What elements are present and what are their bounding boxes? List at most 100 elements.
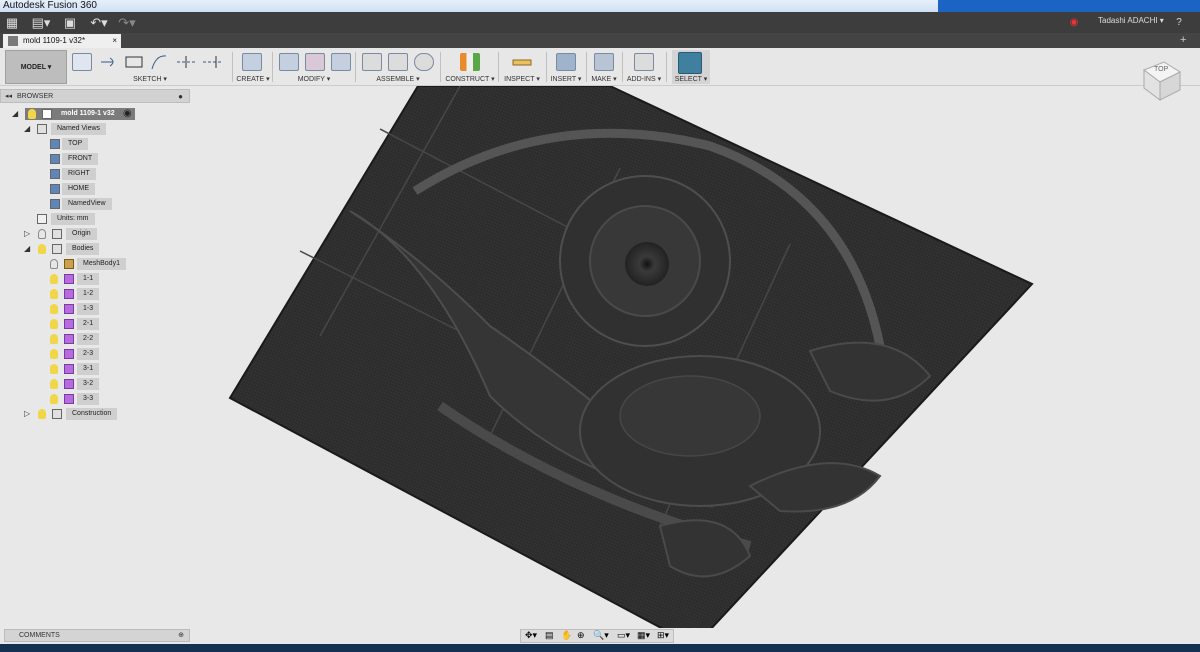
origin-folder[interactable]: ▷ Origin <box>0 228 190 240</box>
construction-folder[interactable]: ▷ Construction <box>0 408 190 420</box>
data-panel-grid-icon[interactable]: ▦ <box>4 14 20 31</box>
rectangle-icon[interactable] <box>124 53 144 71</box>
viewcube[interactable]: TOP <box>1138 58 1184 104</box>
fillet-icon[interactable] <box>305 53 325 71</box>
visibility-bulb-icon[interactable] <box>50 364 58 374</box>
body-item[interactable]: 2-2 <box>0 333 190 345</box>
visibility-bulb-icon[interactable] <box>28 109 36 119</box>
expand-toggle-icon[interactable]: ▷ <box>24 230 30 238</box>
modify-menu[interactable]: MODIFY ▾ <box>275 75 353 83</box>
trim-icon[interactable] <box>176 53 196 71</box>
body-item[interactable]: 1-2 <box>0 288 190 300</box>
extrude-icon[interactable] <box>242 53 262 71</box>
insert-menu[interactable]: INSERT ▾ <box>548 75 584 83</box>
expand-toggle-icon[interactable]: ◢ <box>12 110 18 118</box>
inspect-menu[interactable]: INSPECT ▾ <box>502 75 542 83</box>
visibility-bulb-icon[interactable] <box>50 319 58 329</box>
help-icon[interactable]: ? <box>1168 14 1190 31</box>
body-item[interactable]: 3-3 <box>0 393 190 405</box>
record-icon[interactable]: ◉ <box>1068 14 1080 31</box>
fit-icon[interactable]: 🔍▾ <box>593 630 609 641</box>
view-home[interactable]: HOME <box>0 183 190 195</box>
line-icon[interactable] <box>98 53 118 71</box>
visibility-bulb-icon[interactable] <box>38 409 46 419</box>
visibility-bulb-icon[interactable] <box>50 289 58 299</box>
pan-icon[interactable]: ✋ <box>561 630 572 641</box>
add-ins-menu[interactable]: ADD-INS ▾ <box>624 75 664 83</box>
tree-root[interactable]: ◢ mold 1109-1 v32 ◉ <box>0 108 190 120</box>
undo-icon[interactable]: ↶▾ <box>88 14 110 31</box>
scripts-icon[interactable] <box>634 53 654 71</box>
meshbody-item[interactable]: MeshBody1 <box>0 258 190 270</box>
select-menu[interactable]: SELECT ▾ <box>672 75 710 83</box>
zoom-icon[interactable]: ⊕ <box>577 630 585 641</box>
new-component-icon[interactable] <box>362 53 382 71</box>
press-pull-icon[interactable] <box>279 53 299 71</box>
expand-toggle-icon[interactable]: ◢ <box>24 125 30 133</box>
units-item[interactable]: Units: mm <box>0 213 190 225</box>
orbit-icon[interactable]: ✥▾ <box>525 630 537 641</box>
view-top[interactable]: TOP <box>0 138 190 150</box>
view-right[interactable]: RIGHT <box>0 168 190 180</box>
document-tab[interactable]: mold 1109-1 v32* × <box>3 34 121 48</box>
body-item[interactable]: 3-2 <box>0 378 190 390</box>
activate-radio-icon[interactable]: ◉ <box>123 108 132 120</box>
new-tab-icon[interactable]: + <box>1180 34 1194 47</box>
assemble-menu[interactable]: ASSEMBLE ▾ <box>358 75 438 83</box>
body-label: 3-2 <box>77 378 100 390</box>
offset-icon[interactable] <box>202 53 222 71</box>
viewports-icon[interactable]: ⊞▾ <box>657 630 669 641</box>
view-namedview[interactable]: NamedView <box>0 198 190 210</box>
workspace-switcher-button[interactable]: MODEL ▾ <box>5 50 67 84</box>
body-item[interactable]: 2-1 <box>0 318 190 330</box>
visibility-bulb-icon[interactable] <box>38 229 46 239</box>
joint-icon[interactable] <box>388 53 408 71</box>
visibility-bulb-icon[interactable] <box>50 304 58 314</box>
redo-icon[interactable]: ↷▾ <box>116 14 138 31</box>
body-item[interactable]: 1-1 <box>0 273 190 285</box>
body-item[interactable]: 3-1 <box>0 363 190 375</box>
body-label: 2-1 <box>77 318 100 330</box>
visibility-bulb-icon[interactable] <box>38 244 46 254</box>
display-settings-icon[interactable]: ▭▾ <box>617 630 630 641</box>
browser-header[interactable]: ◂◂ BROWSER ● <box>0 89 190 103</box>
visibility-bulb-icon[interactable] <box>50 259 58 269</box>
canvas-viewport[interactable] <box>190 85 1200 648</box>
comments-panel[interactable]: COMMENTS ⊕ <box>4 629 190 642</box>
body-item[interactable]: 1-3 <box>0 303 190 315</box>
create-sketch-icon[interactable] <box>72 53 92 71</box>
close-tab-icon[interactable]: × <box>112 34 117 48</box>
collapse-browser-icon[interactable]: ◂◂ <box>5 90 12 103</box>
spline-icon[interactable] <box>150 53 170 71</box>
visibility-bulb-icon[interactable] <box>50 379 58 389</box>
insert-image-icon[interactable] <box>556 53 576 71</box>
as-built-joint-icon[interactable] <box>414 53 434 71</box>
make-menu[interactable]: MAKE ▾ <box>588 75 620 83</box>
construct-menu[interactable]: CONSTRUCT ▾ <box>444 75 496 83</box>
named-views-folder[interactable]: ◢ Named Views <box>0 123 190 135</box>
expand-toggle-icon[interactable]: ◢ <box>24 245 30 253</box>
shell-icon[interactable] <box>331 53 351 71</box>
create-menu[interactable]: CREATE ▾ <box>236 75 270 83</box>
view-label: RIGHT <box>62 168 96 180</box>
look-at-icon[interactable]: ▤ <box>545 630 554 641</box>
file-menu-icon[interactable]: ▤▾ <box>30 14 52 31</box>
visibility-bulb-icon[interactable] <box>50 394 58 404</box>
grid-settings-icon[interactable]: ▦▾ <box>637 630 650 641</box>
view-front[interactable]: FRONT <box>0 153 190 165</box>
visibility-bulb-icon[interactable] <box>50 274 58 284</box>
offset-plane-icon[interactable] <box>460 53 480 71</box>
visibility-bulb-icon[interactable] <box>50 349 58 359</box>
expand-toggle-icon[interactable]: ▷ <box>24 410 30 418</box>
save-icon[interactable]: ▣ <box>62 14 78 31</box>
user-account-menu[interactable]: Tadashi ADACHI ▾ <box>1098 16 1164 25</box>
visibility-bulb-icon[interactable] <box>50 334 58 344</box>
measure-icon[interactable] <box>512 53 532 71</box>
bodies-folder[interactable]: ◢ Bodies <box>0 243 190 255</box>
sketch-menu[interactable]: SKETCH ▾ <box>70 75 230 83</box>
browser-pin-icon[interactable]: ● <box>178 90 183 103</box>
body-item[interactable]: 2-3 <box>0 348 190 360</box>
3d-print-icon[interactable] <box>594 53 614 71</box>
select-icon[interactable] <box>678 52 702 74</box>
comments-add-icon[interactable]: ⊕ <box>178 630 184 642</box>
